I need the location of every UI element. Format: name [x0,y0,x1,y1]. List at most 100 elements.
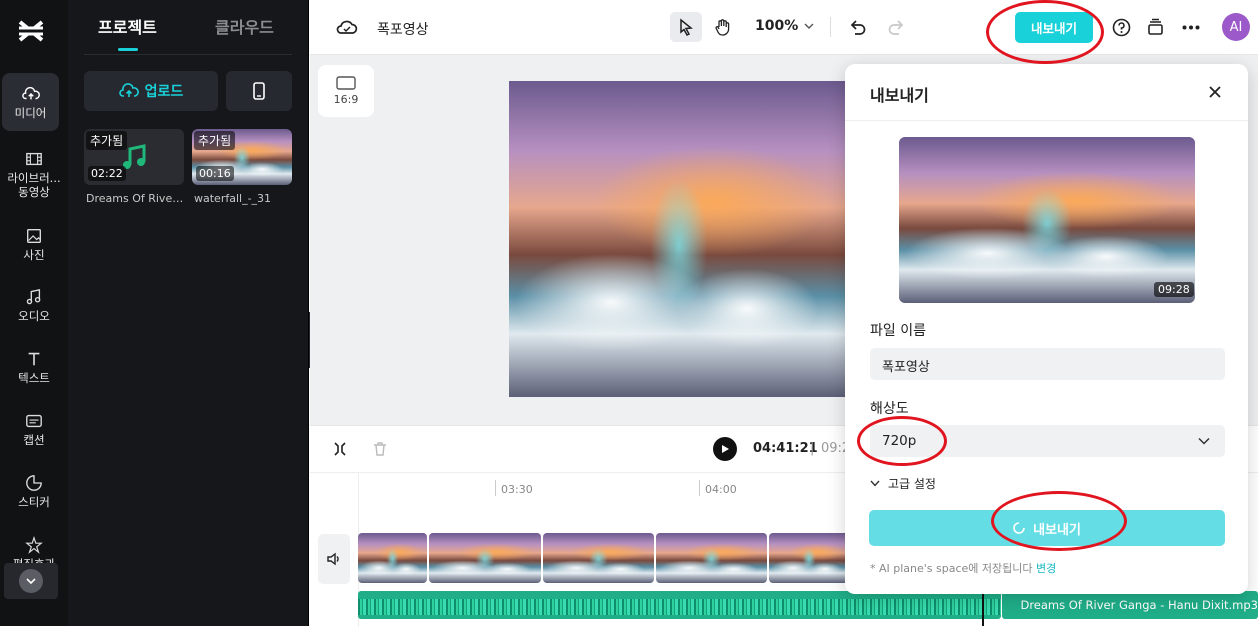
filename-input[interactable]: 폭포영상 [870,348,1225,380]
zoom-select[interactable]: 100% [755,18,814,34]
divider [845,120,1248,121]
rail-label: 라이브러... 동영상 [7,171,60,199]
ruler-tick [495,480,496,496]
redo-icon[interactable] [887,18,905,36]
music-icon [25,288,43,306]
effects-icon [25,536,43,554]
annotation-circle [991,491,1127,551]
undo-icon[interactable] [849,18,867,36]
rail-item-media[interactable]: 미디어 [2,73,59,131]
rail-item-photo[interactable]: 사진 [0,215,68,273]
rail-item-library[interactable]: 라이브러... 동영상 [0,143,68,205]
tab-cloud[interactable]: 클라우드 [215,14,274,38]
rail-label: 오디오 [18,309,50,323]
media-card-audio[interactable]: 추가됨 02:22 [84,129,184,185]
advanced-label: 고급 설정 [888,475,936,492]
rail-item-caption[interactable]: 캡션 [0,400,68,458]
zoom-value: 100% [755,18,798,34]
aspect-label: 16:9 [334,93,359,106]
close-icon[interactable] [1209,86,1221,98]
aspect-ratio-icon [336,76,356,90]
image-icon [25,227,43,245]
avatar[interactable]: AI [1222,13,1250,41]
audio-clip-selected[interactable]: Dreams Of River Ganga - Hanu Dixit.mp3 [1002,591,1258,619]
cloud-upload-icon [119,82,139,100]
audio-waveform [358,599,1001,615]
media-name: Dreams Of River Ganga - Hanu Dixit.mp3 [86,192,186,205]
capcut-logo[interactable] [16,18,46,44]
video-clip-frame[interactable] [358,533,427,583]
play-icon [720,444,730,454]
rail-label: 미디어 [15,106,47,120]
media-duration: 02:22 [88,166,126,181]
hand-tool-button[interactable] [708,12,738,42]
media-card-video[interactable]: 추가됨 00:16 [192,129,292,185]
save-location-note: * AI plane's space에 저장됩니다 변경 [870,560,1056,576]
hand-icon [714,18,732,36]
text-icon [25,350,43,368]
chevron-down-icon [19,569,43,593]
more-icon[interactable] [1182,25,1200,30]
video-clip-frame[interactable] [543,533,654,583]
rail-label: 캡션 [23,433,44,447]
rail-label: 텍스트 [18,371,50,385]
upload-label: 업로드 [145,81,184,101]
mobile-upload-button[interactable] [226,71,292,111]
video-clip-frame[interactable] [429,533,541,583]
filename-value: 폭포영상 [882,360,930,375]
left-icon-rail: 미디어 라이브러... 동영상 사진 오디오 텍스트 캡션 스티커 편집효과 [0,0,68,626]
media-duration: 00:16 [196,166,234,181]
chevron-down-icon [870,480,880,487]
tab-project[interactable]: 프로젝트 [98,14,157,38]
ruler-label: 04:00 [705,483,737,496]
select-tool-button[interactable] [670,12,702,42]
chevron-down-icon [1198,437,1210,445]
rail-more-button[interactable] [4,563,58,599]
project-name[interactable]: 폭포영상 [377,19,429,39]
trash-icon[interactable] [372,441,388,457]
layers-icon[interactable] [1146,18,1165,37]
film-icon [25,150,43,168]
play-button[interactable] [713,437,737,461]
rail-label: 사진 [23,248,44,262]
sticker-icon [25,474,43,492]
divider [84,54,292,55]
export-preview [899,137,1195,303]
help-icon[interactable] [1112,18,1131,37]
note-text: * AI plane's space에 저장됩니다 [870,562,1033,575]
top-bar: 폭포영상 100% 내보내기 AI [310,0,1258,55]
cloud-sync-icon[interactable] [336,17,358,37]
dialog-title: 내보내기 [870,82,929,106]
advanced-settings-toggle[interactable]: 고급 설정 [870,475,936,492]
rail-item-audio[interactable]: 오디오 [0,276,68,334]
rail-item-sticker[interactable]: 스티커 [0,462,68,520]
added-badge: 추가됨 [194,131,235,150]
volume-icon [326,552,342,566]
split-icon[interactable] [332,441,348,457]
time-separator: | [810,441,814,456]
video-clip-frame[interactable] [769,533,849,583]
track-volume-button[interactable] [318,534,350,584]
video-preview[interactable] [509,81,849,397]
video-clip-frame[interactable] [656,533,767,583]
avatar-initials: AI [1230,20,1243,35]
phone-icon [253,82,265,100]
filename-label: 파일 이름 [870,320,926,340]
chevron-down-icon [804,22,814,30]
current-time: 04:41:21 [753,441,818,456]
change-location-link[interactable]: 변경 [1036,562,1056,575]
rail-item-text[interactable]: 텍스트 [0,338,68,396]
ruler-label: 03:30 [501,483,533,496]
cloud-upload-icon [22,85,40,103]
audio-clip[interactable] [358,591,1001,619]
aspect-ratio-button[interactable]: 16:9 [318,65,374,117]
resolution-label: 해상도 [870,398,909,418]
divider [830,17,831,37]
annotation-circle [857,416,947,466]
rail-label: 스티커 [18,495,50,509]
ruler-tick [699,480,700,496]
upload-button[interactable]: 업로드 [84,71,218,111]
cursor-icon [678,18,694,36]
caption-icon [25,412,43,430]
annotation-circle [986,0,1104,64]
